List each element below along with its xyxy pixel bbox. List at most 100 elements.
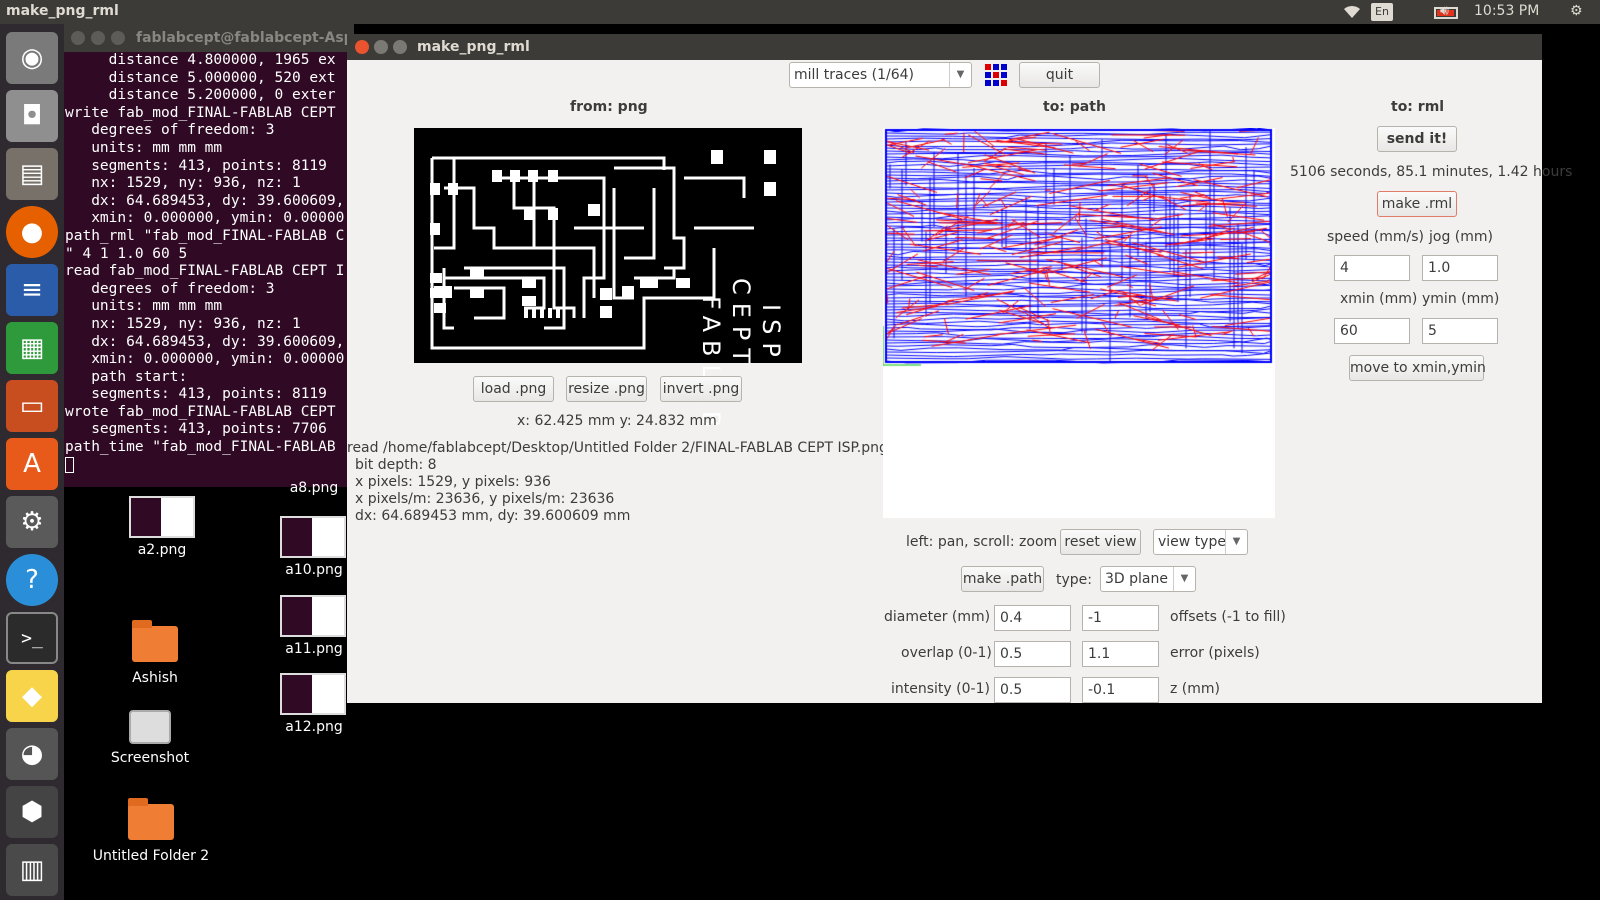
folder-icon (128, 798, 174, 840)
diameter-label: diameter (mm) (884, 609, 991, 625)
error-label: error (pixels) (1170, 645, 1260, 661)
chevron-down-icon: ▼ (1173, 567, 1195, 591)
desktop-folder-untitled[interactable]: Untitled Folder 2 (88, 798, 214, 864)
png-preview[interactable]: FABLAB CEPT ISP (414, 128, 802, 435)
to-rml-header: to: rml (1391, 99, 1445, 115)
toolpath-canvas[interactable] (883, 128, 1275, 378)
desktop-file-a2[interactable]: a2.png (122, 496, 202, 558)
intensity-label: intensity (0-1) (891, 681, 990, 697)
desktop-file-a11[interactable]: a11.png (280, 595, 348, 657)
firefox-icon[interactable]: ● (6, 206, 58, 258)
quit-button[interactable]: quit (1019, 62, 1100, 88)
overlap-field[interactable]: 0.5 (994, 641, 1071, 667)
camera-icon (129, 710, 171, 744)
chevron-down-icon: ▼ (1225, 530, 1247, 554)
image-thumbnail-icon (280, 516, 346, 558)
desktop-item-screenshot[interactable]: Screenshot (100, 710, 200, 766)
offsets-field[interactable]: -1 (1082, 605, 1159, 631)
info-line: bit depth: 8 (355, 457, 437, 473)
from-png-header: from: png (570, 99, 648, 115)
pan-zoom-hint: left: pan, scroll: zoom (906, 534, 1058, 550)
terminal-window[interactable]: fablabcept@fablabcept-Aspire distance 4.… (64, 24, 354, 487)
pcb-label: ISP (757, 304, 785, 365)
send-it-button[interactable]: send it! (1377, 126, 1457, 152)
system-settings-icon[interactable]: ⚙ (6, 496, 58, 548)
process-select[interactable]: mill traces (1/64) ▼ (789, 62, 972, 88)
clock[interactable]: 10:53 PM (1474, 3, 1539, 19)
view-type-select[interactable]: view type ▼ (1153, 529, 1248, 555)
jog-label: jog (mm) (1429, 229, 1493, 245)
info-line: x pixels: 1529, y pixels: 936 (355, 474, 551, 490)
close-icon[interactable] (71, 31, 85, 45)
maximize-icon[interactable] (111, 31, 125, 45)
make-png-rml-window[interactable]: make_png_rml mill traces (1/64) ▼ quit f… (347, 34, 1572, 703)
image-thumbnail-icon (129, 496, 195, 538)
info-line: dx: 64.689453 mm, dy: 39.600609 mm (355, 508, 631, 524)
help-icon[interactable]: ? (6, 554, 58, 606)
jog-field[interactable]: 1.0 (1422, 255, 1498, 281)
make-rml-button[interactable]: make .rml (1377, 191, 1457, 217)
camera-app-icon[interactable]: ◘ (6, 90, 58, 142)
info-line: read /home/fablabcept/Desktop/Untitled F… (347, 440, 888, 456)
trash-icon[interactable]: ▥ (6, 844, 58, 896)
move-to-xmin-ymin-button[interactable]: move to xmin,ymin (1349, 355, 1486, 381)
terminal-icon[interactable]: >_ (6, 612, 58, 664)
load-png-button[interactable]: load .png (473, 376, 554, 402)
window-titlebar[interactable]: make_png_rml (347, 34, 1542, 60)
make-path-button[interactable]: make .path (961, 566, 1044, 592)
chevron-down-icon: ▼ (949, 63, 971, 87)
to-path-header: to: path (1043, 99, 1106, 115)
xmin-label: xmin (mm) (1340, 291, 1418, 307)
minimize-icon[interactable] (91, 31, 105, 45)
path-type-select[interactable]: 3D plane ▼ (1100, 566, 1196, 592)
diameter-field[interactable]: 0.4 (994, 605, 1071, 631)
desktop-file-a12[interactable]: a12.png (280, 673, 348, 735)
launcher: ◉ ◘ ▤ ● ≡ ▦ ▭ A ⚙ ? >_ ◆ ◕ ⬢ ▥ (0, 24, 64, 900)
path-view[interactable] (883, 128, 1275, 518)
desktop-folder-ashish[interactable]: Ashish (110, 620, 200, 686)
grid-icon[interactable] (984, 63, 1008, 91)
files-icon[interactable]: ▤ (6, 148, 58, 200)
z-field[interactable]: -0.1 (1082, 677, 1159, 703)
error-field[interactable]: 1.1 (1082, 641, 1159, 667)
close-icon[interactable] (355, 40, 369, 54)
gear-icon[interactable]: ⚙ (1570, 3, 1583, 19)
pcb-label: CEPT (727, 278, 755, 372)
minimize-icon[interactable] (374, 40, 388, 54)
z-label: z (mm) (1170, 681, 1220, 697)
maximize-icon[interactable] (393, 40, 407, 54)
terminal-titlebar[interactable]: fablabcept@fablabcept-Aspire (64, 24, 354, 52)
window-title: make_png_rml (417, 39, 530, 55)
desktop-file-a8[interactable]: a8.png (280, 480, 348, 496)
active-window-title: make_png_rml (6, 3, 119, 19)
desktop-file-a10[interactable]: a10.png (280, 516, 348, 578)
reset-view-button[interactable]: reset view (1060, 529, 1141, 555)
software-center-icon[interactable]: A (6, 438, 58, 490)
terminal-output[interactable]: distance 4.800000, 1965 ex distance 5.00… (64, 52, 354, 474)
terminal-cursor (65, 456, 74, 473)
gimp-icon[interactable]: ◕ (6, 728, 58, 780)
ymin-label: ymin (mm) (1422, 291, 1500, 307)
wifi-icon[interactable] (1342, 3, 1362, 23)
screenshot-tool-icon[interactable]: ⬢ (6, 786, 58, 838)
speed-field[interactable]: 4 (1334, 255, 1410, 281)
top-panel: make_png_rml En 🔊︎ 10:53 PM ⚙ (0, 0, 1600, 24)
info-line: x pixels/m: 23636, y pixels/m: 23636 (355, 491, 615, 507)
calc-icon[interactable]: ▦ (6, 322, 58, 374)
invert-png-button[interactable]: invert .png (660, 376, 742, 402)
keyboard-layout-indicator[interactable]: En (1371, 3, 1393, 21)
ubuntu-dash-icon[interactable]: ◉ (6, 32, 58, 84)
ymin-field[interactable]: 5 (1422, 318, 1498, 344)
cursor-coordinates: x: 62.425 mm y: 24.832 mm (517, 413, 717, 429)
image-thumbnail-icon (280, 673, 346, 715)
xmin-field[interactable]: 60 (1334, 318, 1410, 344)
volume-icon[interactable]: 🔊︎ (1440, 3, 1449, 19)
speed-label: speed (mm/s) (1327, 229, 1424, 245)
writer-icon[interactable]: ≡ (6, 264, 58, 316)
python-icon[interactable]: ◆ (6, 670, 58, 722)
offsets-label: offsets (-1 to fill) (1170, 609, 1286, 625)
impress-icon[interactable]: ▭ (6, 380, 58, 432)
resize-png-button[interactable]: resize .png (566, 376, 647, 402)
job-time-estimate: 5106 seconds, 85.1 minutes, 1.42 hours (1290, 164, 1573, 180)
intensity-field[interactable]: 0.5 (994, 677, 1071, 703)
